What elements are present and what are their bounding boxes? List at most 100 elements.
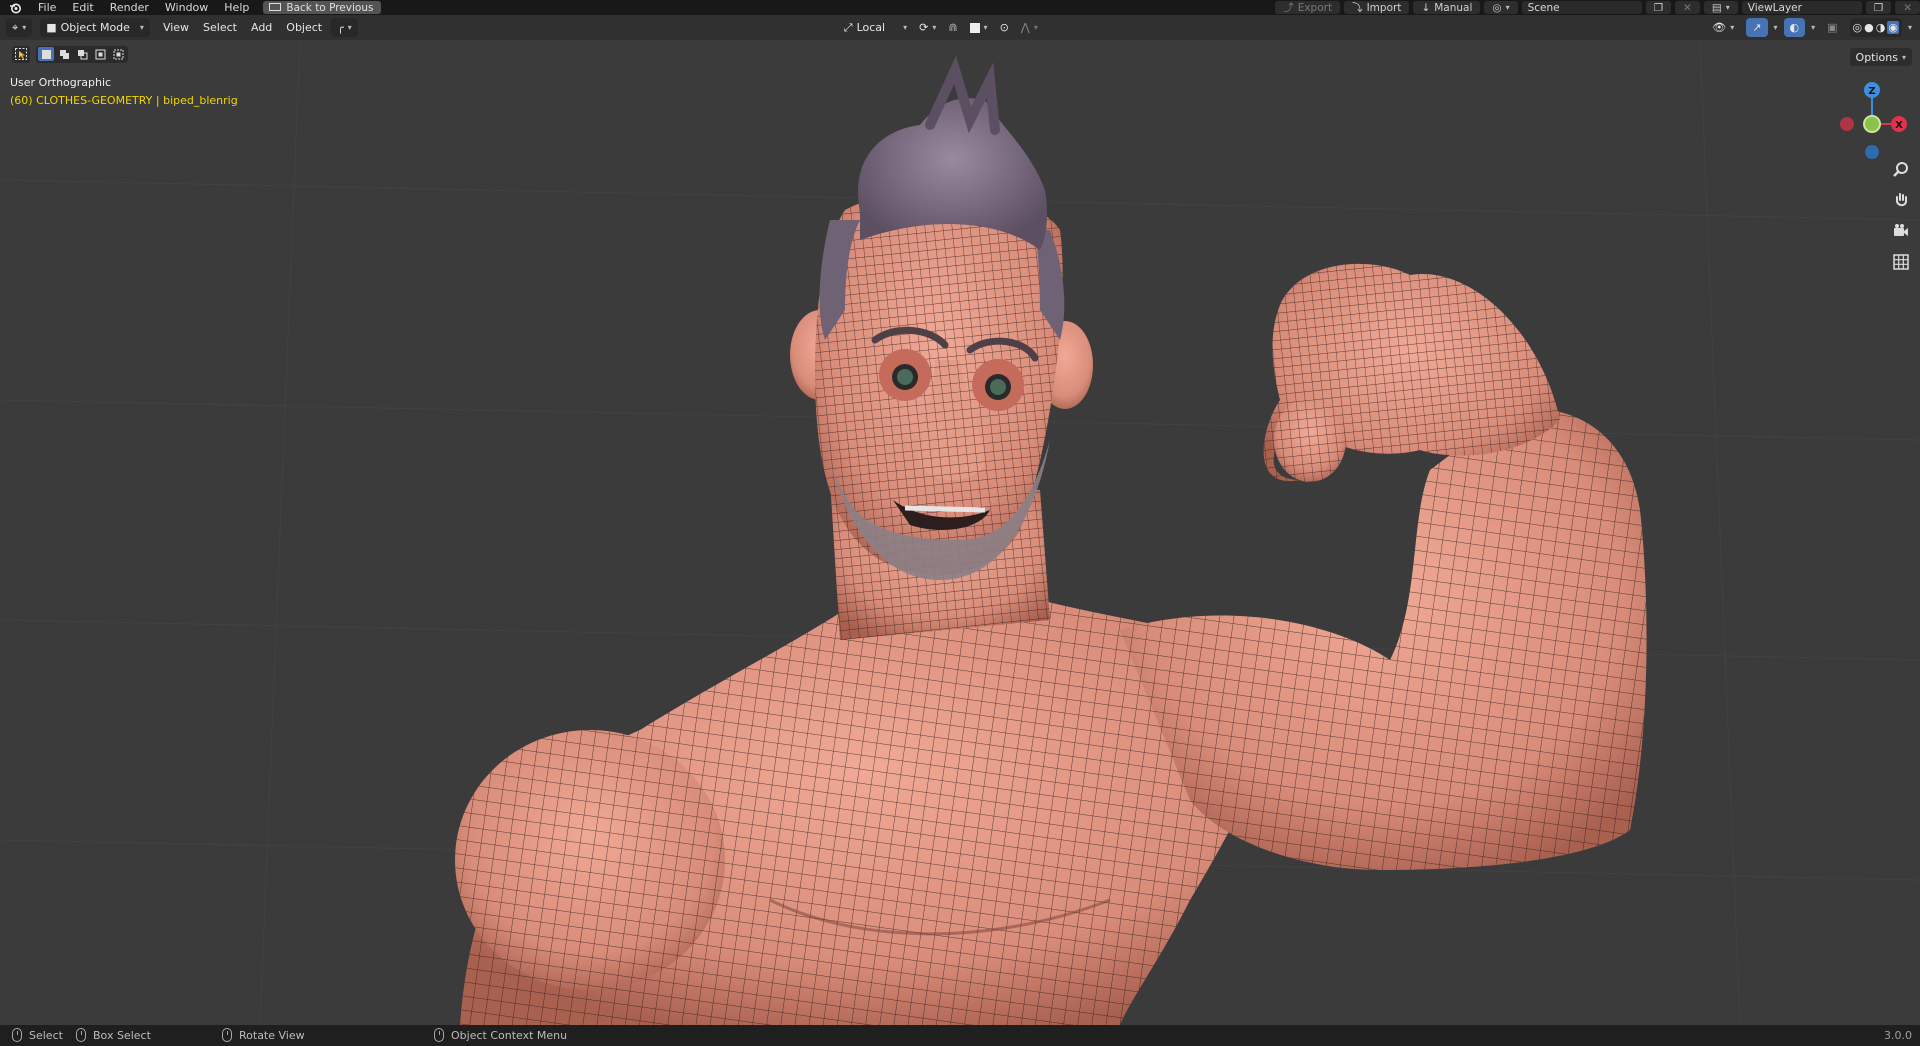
shading-mode-group: ◎ ● ◑ ◉ [1849,18,1902,37]
transform-orientation-label: Local [856,21,886,34]
rendered-shading-icon[interactable]: ◉ [1887,21,1899,34]
select-new-icon[interactable] [38,47,54,61]
import-button[interactable]: ⤵ Import [1344,1,1410,14]
close-icon: ✕ [1903,1,1912,14]
menubar-right: ⤴ Export ⤵ Import ↓ Manual ◎ ▾ Scene ❐ ✕ … [1275,0,1920,15]
menu-object[interactable]: Object [279,21,329,34]
status-select: Select [12,1028,63,1042]
orthographic-grid-icon[interactable] [1890,251,1912,273]
select-extend-icon[interactable] [56,47,72,61]
close-icon: ✕ [1683,1,1692,14]
top-menu-bar: File Edit Render Window Help Back to Pre… [0,0,1920,15]
snap-square-icon [969,22,980,33]
falloff-icon: ⋀ [1020,21,1030,34]
chevron-down-icon: ▾ [903,23,908,32]
menu-render[interactable]: Render [102,0,157,15]
duplicate-icon: ❐ [1873,1,1884,14]
neg-z-axis-handle[interactable] [1865,145,1879,159]
gizmo-icon: ↗ [1752,21,1762,34]
scene-render [0,40,1920,1025]
chevron-down-icon: ▾ [1725,3,1730,12]
mouse-right-icon [434,1028,444,1042]
object-mode-dropdown[interactable]: ■ Object Mode ▾ [40,18,150,37]
curve-icon: ╭ [337,21,344,34]
delete-view-layer-button[interactable]: ✕ [1895,1,1920,14]
new-view-layer-button[interactable]: ❐ [1865,1,1892,14]
camera-icon[interactable] [1890,220,1912,242]
transform-orientation-dropdown[interactable]: ⤢ Local ▾ [838,18,913,37]
select-tool-button[interactable] [12,45,30,63]
blender-logo-icon[interactable] [0,0,30,15]
pivot-point-dropdown[interactable]: ⟳ ▾ [913,18,942,37]
overlays-toggle[interactable]: ◐ [1783,18,1806,37]
new-scene-button[interactable]: ❐ [1645,1,1672,14]
view-name-label: User Orthographic [10,76,112,89]
3d-viewport[interactable]: User Orthographic (60) CLOTHES-GEOMETRY … [0,40,1920,1025]
back-to-previous-label: Back to Previous [286,1,374,14]
viewport-shading-controls: 👁 ▾ ↗ ▾ ◐ ▾ ▣ ◎ ● ◑ ◉ ▾ [1706,18,1912,37]
menu-help[interactable]: Help [216,0,257,15]
pan-hand-icon[interactable] [1890,189,1912,211]
solid-shading-icon[interactable]: ● [1864,21,1874,34]
options-dropdown[interactable]: Options ▾ [1849,48,1912,66]
status-context-menu: Object Context Menu [434,1028,567,1042]
status-select-label: Select [29,1028,63,1042]
export-button[interactable]: ⤴ Export [1275,1,1341,14]
manual-button[interactable]: ↓ Manual [1413,1,1481,14]
character-arm [1120,263,1647,870]
import-label: Import [1366,1,1402,14]
chevron-down-icon: ▾ [22,23,27,32]
gpencil-menu-button[interactable]: ╭ ▾ [331,18,358,37]
menu-view[interactable]: View [156,21,196,34]
chevron-down-icon: ▾ [1901,52,1906,62]
viewport-editor-icon: ⌖ [12,20,19,34]
chevron-down-icon[interactable]: ▾ [1774,23,1778,32]
gizmo-toggle[interactable]: ↗ [1746,18,1768,37]
scene-name-field[interactable]: Scene [1521,1,1642,14]
chevron-down-icon[interactable]: ▾ [1811,23,1815,32]
chevron-down-icon: ▾ [932,23,937,32]
status-rotate-view: Rotate View [222,1028,305,1042]
view-layer-label: ViewLayer [1747,1,1802,14]
menu-select[interactable]: Select [196,21,244,34]
selection-mode-group [36,45,128,63]
chevron-down-icon[interactable]: ▾ [1908,23,1912,32]
visibility-dropdown[interactable]: 👁 ▾ [1706,18,1740,37]
snap-target-dropdown[interactable]: ▾ [964,18,994,37]
navigation-tools [1890,158,1912,273]
select-subtract-icon[interactable] [74,47,90,61]
status-context-menu-label: Object Context Menu [451,1028,568,1042]
scene-name-label: Scene [1527,1,1560,14]
back-to-previous-button[interactable]: Back to Previous [263,1,382,14]
x-axis-label: X [1895,120,1903,131]
options-label: Options [1855,50,1898,64]
delete-scene-button[interactable]: ✕ [1675,1,1700,14]
falloff-dropdown[interactable]: ⋀ ▾ [1015,18,1044,37]
cursor-select-icon [15,48,27,60]
menu-window[interactable]: Window [157,0,216,15]
download-icon: ↓ [1421,1,1431,14]
view-layer-selector-button[interactable]: ▤ ▾ [1703,1,1738,14]
character-head [790,55,1093,580]
select-difference-icon[interactable] [92,47,108,61]
xray-toggle[interactable]: ▣ [1821,18,1843,37]
orientation-icon: ⤢ [843,20,853,34]
wireframe-shading-icon[interactable]: ◎ [1853,21,1863,34]
select-intersect-icon[interactable] [110,47,126,61]
proportional-edit-toggle[interactable]: ⊙ [994,18,1015,37]
menu-add[interactable]: Add [244,21,279,34]
mouse-middle-icon [222,1028,232,1042]
scene-selector-button[interactable]: ◎ ▾ [1484,1,1518,14]
zoom-icon[interactable] [1890,158,1912,180]
y-axis-handle[interactable] [1863,115,1881,133]
snap-toggle[interactable]: ⋒ [942,18,963,37]
menu-edit[interactable]: Edit [64,0,101,15]
neg-x-axis-handle[interactable] [1840,117,1854,131]
editor-type-button[interactable]: ⌖ ▾ [6,18,33,37]
view-layer-field[interactable]: ViewLayer [1741,1,1862,14]
manual-label: Manual [1434,1,1473,14]
navigation-gizmo[interactable]: Z X [1832,74,1912,164]
object-mode-icon: ■ [46,21,57,34]
material-shading-icon[interactable]: ◑ [1876,21,1886,34]
menu-file[interactable]: File [30,0,64,15]
